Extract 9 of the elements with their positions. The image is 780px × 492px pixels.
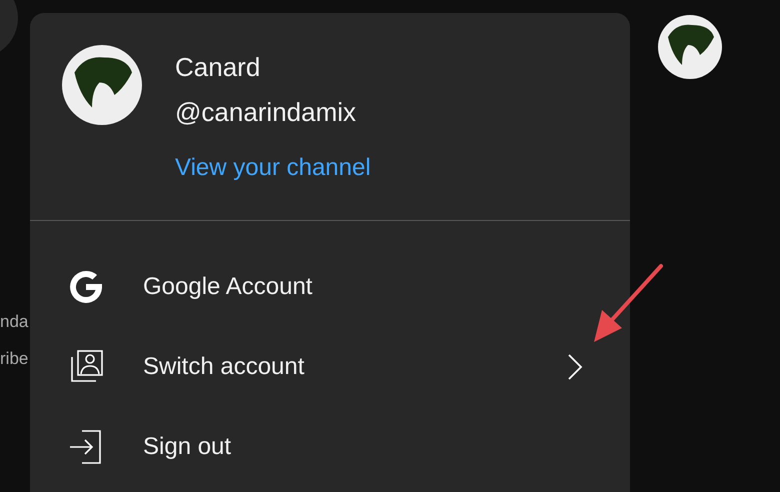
- view-channel-link[interactable]: View your channel: [175, 153, 371, 183]
- menu-item[interactable]: Switch account: [30, 327, 630, 407]
- cut-off-text: ribe: [0, 348, 28, 370]
- account-handle: @canarindamix: [175, 97, 358, 127]
- avatar-drawing[interactable]: [658, 15, 722, 79]
- cut-off-text: nda: [0, 311, 28, 333]
- menu-item[interactable]: Sign out: [30, 407, 630, 487]
- account-name: Canard: [175, 52, 262, 82]
- menu-item[interactable]: Google Account: [30, 247, 630, 327]
